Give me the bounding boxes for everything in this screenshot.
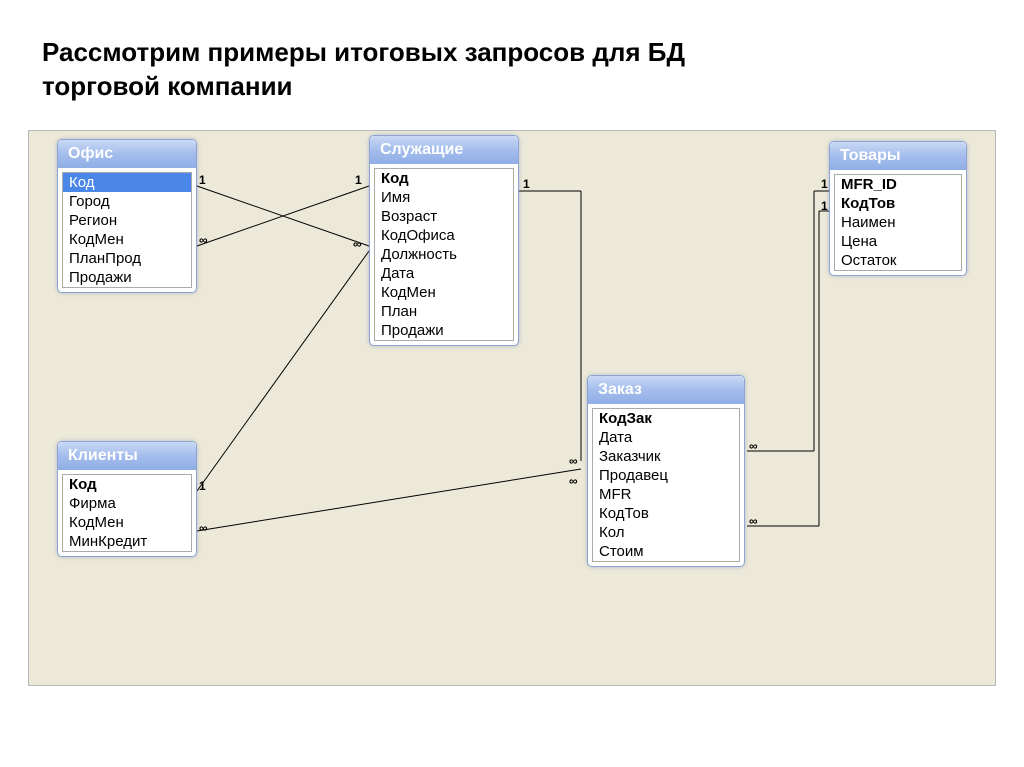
field-products-naimen[interactable]: Наимен (835, 213, 961, 232)
field-employees-prodazhi[interactable]: Продажи (375, 321, 513, 340)
field-employees-kodofisa[interactable]: КодОфиса (375, 226, 513, 245)
field-order-mfr[interactable]: MFR (593, 485, 739, 504)
rel-label-one: 1 (355, 173, 362, 187)
er-diagram-canvas: 1 ∞ 1 ∞ 1 ∞ ∞ 1 ∞ ∞ ∞ 1 1 Офис Код Город… (28, 130, 996, 686)
entity-clients[interactable]: Клиенты Код Фирма КодМен МинКредит (57, 441, 197, 557)
rel-label-one: 1 (199, 479, 206, 493)
rel-label-many: ∞ (199, 521, 208, 535)
field-office-planprod[interactable]: ПланПрод (63, 249, 191, 268)
entity-order[interactable]: Заказ КодЗак Дата Заказчик Продавец MFR … (587, 375, 745, 567)
field-office-gorod[interactable]: Город (63, 192, 191, 211)
field-order-zakazchik[interactable]: Заказчик (593, 447, 739, 466)
field-order-prodavets[interactable]: Продавец (593, 466, 739, 485)
entity-order-header: Заказ (588, 376, 744, 404)
field-clients-kod[interactable]: Код (63, 475, 191, 494)
rel-label-one: 1 (523, 177, 530, 191)
entity-employees-body: Код Имя Возраст КодОфиса Должность Дата … (374, 168, 514, 341)
field-order-stoim[interactable]: Стоим (593, 542, 739, 561)
entity-office-body: Код Город Регион КодМен ПланПрод Продажи (62, 172, 192, 288)
entity-products-body: MFR_ID КодТов Наимен Цена Остаток (834, 174, 962, 271)
field-employees-imya[interactable]: Имя (375, 188, 513, 207)
field-products-mfrid[interactable]: MFR_ID (835, 175, 961, 194)
field-order-kodzak[interactable]: КодЗак (593, 409, 739, 428)
field-employees-dolzhnost[interactable]: Должность (375, 245, 513, 264)
rel-label-many: ∞ (749, 439, 758, 453)
field-office-prodazhi[interactable]: Продажи (63, 268, 191, 287)
field-order-kol[interactable]: Кол (593, 523, 739, 542)
field-office-kod[interactable]: Код (63, 173, 191, 192)
field-order-kodtov[interactable]: КодТов (593, 504, 739, 523)
field-clients-kodmen[interactable]: КодМен (63, 513, 191, 532)
rel-label-many: ∞ (569, 474, 578, 488)
rel-label-one: 1 (821, 177, 828, 191)
rel-label-many: ∞ (353, 237, 362, 251)
entity-products-header: Товары (830, 142, 966, 170)
field-employees-kodmen[interactable]: КодМен (375, 283, 513, 302)
field-employees-vozrast[interactable]: Возраст (375, 207, 513, 226)
entity-employees-header: Служащие (370, 136, 518, 164)
entity-clients-body: Код Фирма КодМен МинКредит (62, 474, 192, 552)
page-title: Рассмотрим примеры итоговых запросов для… (0, 0, 1024, 104)
rel-label-many: ∞ (199, 233, 208, 247)
field-products-ostatok[interactable]: Остаток (835, 251, 961, 270)
field-products-kodtov[interactable]: КодТов (835, 194, 961, 213)
field-clients-minkredit[interactable]: МинКредит (63, 532, 191, 551)
entity-products[interactable]: Товары MFR_ID КодТов Наимен Цена Остаток (829, 141, 967, 276)
entity-office[interactable]: Офис Код Город Регион КодМен ПланПрод Пр… (57, 139, 197, 293)
rel-label-many: ∞ (569, 454, 578, 468)
field-products-tsena[interactable]: Цена (835, 232, 961, 251)
rel-label-one: 1 (199, 173, 206, 187)
field-office-region[interactable]: Регион (63, 211, 191, 230)
field-office-kodmen[interactable]: КодМен (63, 230, 191, 249)
entity-clients-header: Клиенты (58, 442, 196, 470)
field-clients-firma[interactable]: Фирма (63, 494, 191, 513)
entity-office-header: Офис (58, 140, 196, 168)
rel-label-many: ∞ (749, 514, 758, 528)
title-line-2: торговой компании (42, 71, 293, 101)
field-employees-data[interactable]: Дата (375, 264, 513, 283)
rel-label-one: 1 (821, 199, 828, 213)
entity-order-body: КодЗак Дата Заказчик Продавец MFR КодТов… (592, 408, 740, 562)
field-employees-kod[interactable]: Код (375, 169, 513, 188)
entity-employees[interactable]: Служащие Код Имя Возраст КодОфиса Должно… (369, 135, 519, 346)
title-line-1: Рассмотрим примеры итоговых запросов для… (42, 37, 685, 67)
field-order-data[interactable]: Дата (593, 428, 739, 447)
field-employees-plan[interactable]: План (375, 302, 513, 321)
